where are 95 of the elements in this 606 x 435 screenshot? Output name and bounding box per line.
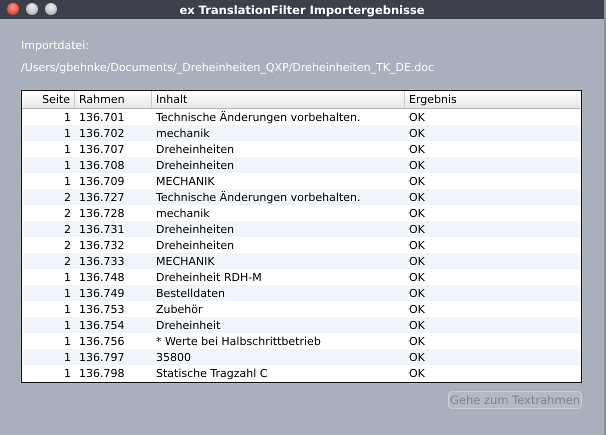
table-cell-text: Dreheinheiten [155, 142, 236, 156]
table-row[interactable]: 1 136.749 Bestelldaten OK [22, 285, 581, 301]
table-row[interactable]: 1 136.748 Dreheinheit RDH-M OK [22, 269, 581, 285]
table-cell-text: 1 [63, 302, 72, 316]
table-row[interactable]: 1 136.797 35800 OK [22, 349, 581, 365]
table-cell-text: 1 [63, 270, 72, 284]
table-cell-text: OK [408, 142, 426, 156]
table-cell-text: 136.702 [78, 126, 126, 140]
table-cell-text: OK [408, 302, 426, 316]
table-cell-text: MECHANIK [155, 254, 216, 268]
table-cell-text: 136.748 [78, 270, 126, 284]
table-cell-text: 136.727 [78, 190, 126, 204]
table-cell-text: 1 [63, 366, 72, 380]
table-cell-text: 2 [63, 254, 72, 268]
table-cell-text: * Werte bei Halbschrittbetrieb [155, 334, 322, 348]
table-cell-text: 136.753 [78, 302, 126, 316]
table-cell-text: 136.708 [78, 158, 126, 172]
table-row[interactable]: 1 136.709 MECHANIK OK [22, 173, 581, 189]
minimize-button[interactable] [26, 3, 38, 15]
table-cell-text: Dreheinheit RDH-M [155, 270, 263, 284]
table-cell-text: 1 [63, 158, 72, 172]
table-cell-text: Zubehör [155, 302, 204, 316]
column-header[interactable]: Inhalt [152, 91, 405, 108]
table-cell-text: 2 [63, 206, 72, 220]
close-button[interactable] [7, 3, 19, 15]
table-cell-text: OK [408, 158, 426, 172]
table-cell-text: Dreheinheit [155, 318, 222, 332]
table-cell-text: OK [408, 190, 426, 204]
table-cell-text: Technische Änderungen vorbehalten. [155, 190, 362, 204]
table-cell-text: 1 [63, 318, 72, 332]
table-row[interactable]: 2 136.728 mechanik OK [22, 205, 581, 221]
table-cell-text: Bestelldaten [155, 286, 226, 300]
table-row[interactable]: 2 136.731 Dreheinheiten OK [22, 221, 581, 237]
table-cell-text: Dreheinheiten [155, 158, 236, 172]
table-cell-text: 1 [63, 334, 72, 348]
table-cell-text: 35800 [155, 350, 192, 364]
table-cell-text: mechanik [155, 206, 211, 220]
table-row[interactable]: 1 136.756 * Werte bei Halbschrittbetrieb OK [22, 333, 581, 349]
table-cell-text: OK [408, 110, 426, 124]
table-row[interactable]: 1 136.798 Statische Tragzahl C OK [22, 365, 581, 381]
table-cell-text: 136.707 [78, 142, 126, 156]
table-row[interactable]: 1 136.707 Dreheinheiten OK [22, 141, 581, 157]
table-row[interactable]: 2 136.733 MECHANIK OK [22, 253, 581, 269]
table-cell-text: OK [408, 366, 426, 380]
import-file-path: /Users/gbehnke/Documents/_Dreheinheiten_QXP/Dreheinheiten_TK_DE.doc [21, 61, 436, 74]
column-header[interactable]: Seite [22, 91, 75, 108]
table-cell-text: 136.709 [78, 174, 126, 188]
table-cell-text: OK [408, 286, 426, 300]
table-cell-text: 136.749 [78, 286, 126, 300]
table-cell-text: 1 [63, 142, 72, 156]
column-header[interactable]: Ergebnis [405, 91, 581, 108]
table-row[interactable]: 2 136.732 Dreheinheiten OK [22, 237, 581, 253]
window-title: ex TranslationFilter Importergebnisse [179, 2, 425, 16]
table-cell-text: 1 [63, 174, 72, 188]
table-cell-text: 1 [63, 126, 72, 140]
table-cell-text: mechanik [155, 126, 211, 140]
table-cell-text: 2 [63, 190, 72, 204]
table-cell-text: OK [408, 334, 426, 348]
table-cell-text: OK [408, 174, 426, 188]
table-cell-text: Technische Änderungen vorbehalten. [155, 110, 362, 124]
table-cell-text: 1 [63, 286, 72, 300]
table-cell-text: MECHANIK [155, 174, 216, 188]
table-cell-text: 136.733 [78, 254, 126, 268]
table-cell-text: 136.732 [78, 238, 126, 252]
table-cell-text: 1 [63, 350, 72, 364]
table-cell-text: OK [408, 222, 426, 236]
table-cell-text: 136.798 [78, 366, 126, 380]
table-row[interactable]: 1 136.753 Zubehör OK [22, 301, 581, 317]
zoom-button[interactable] [45, 3, 57, 15]
table-cell-text: Dreheinheiten [155, 222, 236, 236]
table-cell-text: 136.756 [78, 334, 126, 348]
table-cell-text: 136.731 [78, 222, 126, 236]
table-row[interactable]: 1 136.754 Dreheinheit OK [22, 317, 581, 333]
table-cell-text: 136.754 [78, 318, 126, 332]
table-cell-text: 1 [63, 110, 72, 124]
table-cell-text: OK [408, 126, 426, 140]
table-row[interactable]: 1 136.701 Technische Änderungen vorbehalten. OK [22, 109, 581, 125]
table-cell-text: Dreheinheiten [155, 238, 236, 252]
table-cell-text: OK [408, 318, 426, 332]
table-row[interactable]: 1 136.702 mechanik OK [22, 125, 581, 141]
table-row[interactable]: 1 136.708 Dreheinheiten OK [22, 157, 581, 173]
table-cell-text: 136.797 [78, 350, 126, 364]
table-cell-text: OK [408, 206, 426, 220]
import-file-label: Importdatei: [21, 39, 90, 52]
table-row[interactable]: 2 136.727 Technische Änderungen vorbehalten. OK [22, 189, 581, 205]
column-header[interactable]: Rahmen [75, 91, 152, 108]
table-cell-text: OK [408, 254, 426, 268]
table-cell-text: 2 [63, 238, 72, 252]
table-cell-text: Statische Tragzahl C [155, 366, 268, 380]
table-cell-text: 2 [63, 222, 72, 236]
table-cell-text: 136.701 [78, 110, 126, 124]
table-cell-text: OK [408, 270, 426, 284]
table-cell-text: OK [408, 350, 426, 364]
table-cell-text: 136.728 [78, 206, 126, 220]
table-cell-text: OK [408, 238, 426, 252]
